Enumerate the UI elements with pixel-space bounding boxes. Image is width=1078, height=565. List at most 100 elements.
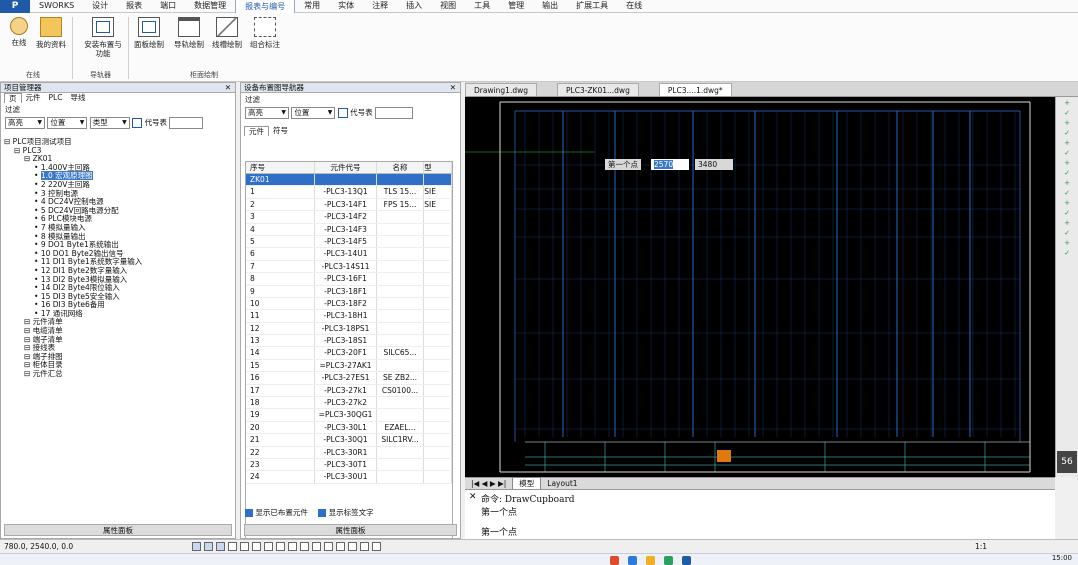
command-line[interactable]: ✕ 命令: DrawCupboard 第一个点 第一个点 [465,489,1055,539]
ribbon-tab[interactable]: 视图 [431,0,465,13]
ribbon-tab[interactable]: 工具 [465,0,499,13]
ribbon-tab[interactable]: 数据管理 [185,0,235,13]
status-toggle-icon[interactable] [240,542,249,551]
table-row[interactable]: 24 -PLC3-30U1 [246,471,452,484]
snap-toggle-icon[interactable]: ✓ [1061,150,1074,157]
table-row[interactable]: 22 -PLC3-30R1 [246,446,452,459]
ribbon-tab[interactable]: 插入 [397,0,431,13]
ribbon-tab[interactable]: 在线 [617,0,651,13]
snap-toggle-icon[interactable]: + [1061,180,1074,187]
table-row[interactable]: 4 -PLC3-14F3 [246,223,452,236]
expand-icon[interactable]: ⊟ [4,138,13,146]
table-row[interactable]: 19 =PLC3-30QG1 [246,409,452,422]
nav-arrows[interactable]: |◀ ◀ ▶ ▶| [465,479,512,488]
table-row[interactable]: 11 -PLC3-18H1 [246,310,452,323]
doc-tab-zk01[interactable]: PLC3-ZK01...dwg [557,83,639,96]
table-row[interactable]: 17 -PLC3-27k1 CS0100... [246,384,452,398]
prompt-x-input[interactable]: 2570 [651,159,689,170]
filter-highlight-select[interactable]: 高亮 ▼ [5,117,45,129]
tab-wires[interactable]: 导线 [66,93,89,103]
codes-input[interactable] [169,117,204,129]
status-toggle-icon[interactable] [228,542,237,551]
layout-tab-layout1[interactable]: Layout1 [541,479,583,488]
status-toggle-icon[interactable] [372,542,381,551]
snap-toggle-icon[interactable]: ✓ [1061,250,1074,257]
online-button[interactable]: 在线 [2,17,36,47]
ribbon-tab[interactable]: 注释 [363,0,397,13]
snap-toggle-icon[interactable]: + [1061,100,1074,107]
table-row[interactable]: 1 -PLC3-13Q1 TLS 15... SIE [246,186,452,199]
status-toggle-icon[interactable] [276,542,285,551]
filter-location-select[interactable]: 位置 ▼ [47,117,88,129]
command-input-line[interactable]: 第一个点 [481,525,517,538]
status-toggle-icon[interactable] [324,542,333,551]
table-row[interactable]: 18 -PLC3-27k2 [246,397,452,410]
snap-toggle-icon[interactable]: + [1061,120,1074,127]
show-label-checkbox[interactable] [318,509,327,517]
tree-node[interactable]: ⊟ 元件汇总 [4,369,233,379]
prompt-y-input[interactable]: 3480 [695,159,733,170]
table-row[interactable]: 8 -PLC3-16F1 [246,273,452,286]
ribbon-tab[interactable]: 设计 [83,0,117,13]
table-row[interactable]: 12 -PLC3-18PS1 [246,322,452,336]
table-row[interactable]: 6 -PLC3-14U1 [246,248,452,261]
install-layout-button[interactable]: 安装布置与功能 [82,17,124,58]
table-row[interactable]: 20 -PLC3-30L1 EZAEL... [246,421,452,435]
app-icon[interactable] [682,556,691,565]
status-toggle-icon[interactable] [264,542,273,551]
table-row[interactable]: 10 -PLC3-18F2 [246,297,452,311]
ribbon-tab[interactable]: 报表 [117,0,151,13]
table-row[interactable]: 21 -PLC3-30Q1 SILC1RV... [246,434,452,447]
table-row[interactable]: 16 -PLC3-27ES1 SE ZB2... [246,372,452,385]
table-row[interactable]: ZK01 [246,174,452,187]
combined-annotate-button[interactable]: 组合标注 [248,17,282,49]
expand-icon[interactable]: ⊟ [14,146,23,155]
tab-plc[interactable]: PLC [45,93,67,103]
snap-toggle-icon[interactable]: + [1061,240,1074,247]
tab-components[interactable]: 元件 [22,93,45,103]
app-icon[interactable] [646,556,655,565]
table-row[interactable]: 7 -PLC3-14S11 [246,260,452,274]
status-toggle-icon[interactable] [348,542,357,551]
ribbon-tab[interactable]: 端口 [151,0,185,13]
close-icon[interactable]: ✕ [225,83,231,93]
table-row[interactable]: 9 -PLC3-18F1 [246,285,452,298]
rail-draw-button[interactable]: 导轨绘制 [172,17,206,49]
status-toggle-icon[interactable] [288,542,297,551]
snap-toggle-icon[interactable]: + [1061,200,1074,207]
app-icon[interactable] [664,556,673,565]
properties-footer-button[interactable]: 属性面板 [244,524,457,536]
table-row[interactable]: 23 -PLC3-30T1 [246,458,452,472]
status-toggle-icon[interactable] [300,542,309,551]
app-icon[interactable] [628,556,637,565]
duct-draw-button[interactable]: 线槽绘制 [210,17,244,49]
status-toggle-icon[interactable] [252,542,261,551]
app-logo[interactable]: P [0,0,30,13]
ribbon-tab[interactable]: 实体 [329,0,363,13]
table-row[interactable]: 3 -PLC3-14F2 [246,211,452,224]
close-icon[interactable]: ✕ [469,492,477,502]
my-resources-button[interactable]: 我的资料 [34,17,68,49]
expand-icon[interactable]: ⊟ [24,154,33,163]
table-row[interactable]: 14 -PLC3-20F1 SILC65... [246,347,452,360]
snap-toggle-icon[interactable]: ✓ [1061,190,1074,197]
close-icon[interactable]: ✕ [450,83,456,93]
tab-symbols[interactable]: 符号 [269,126,292,136]
filter-apply-icon[interactable] [337,108,348,118]
comp-filter-location-select[interactable]: 位置 ▼ [291,107,336,119]
ribbon-tab[interactable]: SWORKS [30,0,83,13]
tab-pages[interactable]: 页 [4,93,22,103]
table-row[interactable]: 15 =PLC3-27AK1 [246,359,452,373]
ribbon-tab[interactable]: 输出 [533,0,567,13]
tab-components[interactable]: 元件 [244,126,269,136]
status-toggle-icon[interactable] [204,542,213,551]
ribbon-tab[interactable]: 扩展工具 [567,0,617,13]
status-toggle-icon[interactable] [312,542,321,551]
ribbon-tab[interactable]: 常用 [295,0,329,13]
table-row[interactable]: 13 -PLC3-18S1 [246,335,452,348]
snap-toggle-icon[interactable]: + [1061,140,1074,147]
snap-toggle-icon[interactable]: + [1061,220,1074,227]
snap-toggle-icon[interactable]: + [1061,160,1074,167]
app-icon[interactable] [610,556,619,565]
status-toggle-icon[interactable] [336,542,345,551]
